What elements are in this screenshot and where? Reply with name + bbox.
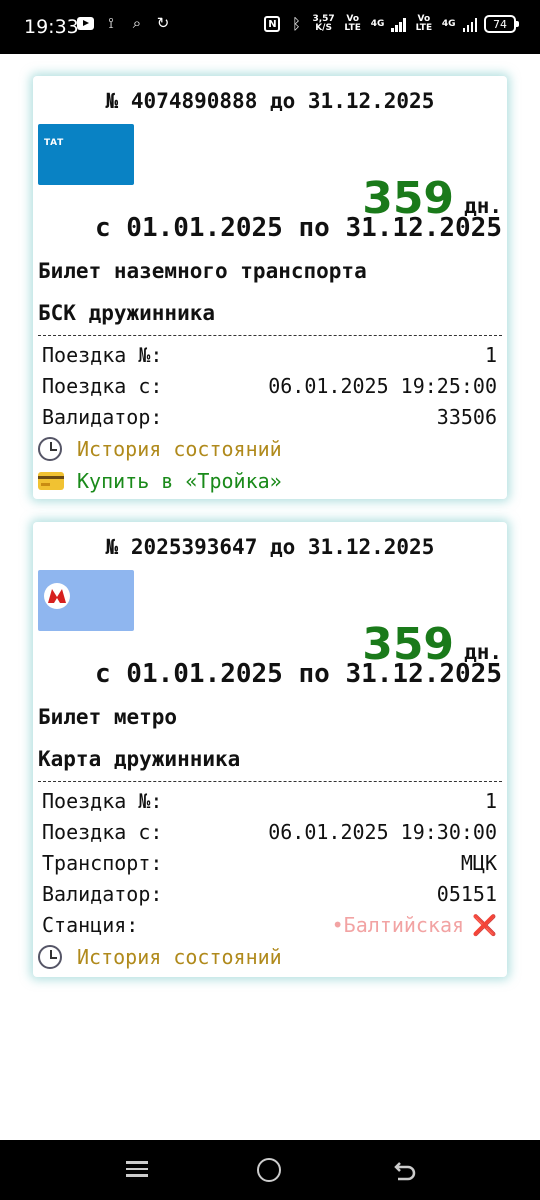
back-button[interactable]	[392, 1157, 418, 1183]
history-label: История состояний	[77, 945, 282, 969]
youtube-icon	[76, 14, 94, 32]
row-value: 06.01.2025 19:30:00	[268, 820, 497, 844]
validator-row: Валидатор: 05151	[42, 879, 497, 910]
divider	[38, 335, 502, 336]
ticket-type: Билет наземного транспорта	[38, 259, 367, 283]
station-row: Станция: •Балтийская ❌	[42, 910, 497, 941]
row-label: Валидатор:	[42, 405, 163, 429]
card-title: № 4074890888 до 31.12.2025	[105, 89, 435, 113]
signal-2-icon	[462, 17, 477, 32]
recent-apps-button[interactable]	[124, 1157, 150, 1183]
home-button[interactable]	[257, 1158, 281, 1182]
history-link[interactable]: История состояний	[38, 433, 502, 465]
buy-label: Купить в «Тройка»	[77, 469, 282, 493]
trip-number-row: Поездка №: 1	[42, 786, 497, 817]
station-value-wrap: •Балтийская ❌	[332, 910, 497, 941]
ticket-card: № 4074890888 до 31.12.2025 ТАТ 359 дн. с …	[33, 76, 507, 499]
row-value: 33506	[436, 405, 497, 429]
row-label: Поездка с:	[42, 374, 163, 398]
logo-text: ТАТ	[44, 138, 64, 148]
row-label: Поездка с:	[42, 820, 163, 844]
ticket-type: Билет метро	[38, 705, 178, 729]
trip-start-row: Поездка с: 06.01.2025 19:25:00	[42, 371, 497, 402]
status-bar: 19:33 ⟟ ⌕ ↻ N ᛒ 3,57 K/S Vo LTE 4G Vo LTE…	[0, 0, 540, 54]
credit-card-icon	[38, 472, 66, 490]
row-value: 05151	[436, 882, 497, 906]
row-label: Поездка №:	[42, 789, 163, 813]
card-logo	[38, 570, 134, 631]
network-2: 4G	[441, 18, 456, 29]
net-speed: 3,57 K/S	[312, 14, 335, 33]
sync-icon: ↻	[156, 13, 170, 32]
trip-number-row: Поездка №: 1	[42, 340, 497, 371]
cross-mark-icon: ❌	[472, 913, 497, 937]
row-value: 1	[484, 789, 497, 813]
volte-2: Vo LTE	[415, 14, 433, 33]
row-label: Поездка №:	[42, 343, 163, 367]
validator-row: Валидатор: 33506	[42, 402, 497, 433]
card-logo: ТАТ	[38, 124, 134, 185]
metro-logo-icon	[44, 583, 70, 609]
network-1: 4G	[370, 18, 385, 29]
row-label: Транспорт:	[42, 851, 163, 875]
mi-fit-icon: ⟟	[108, 13, 114, 32]
buy-troika-link[interactable]: Купить в «Тройка»	[38, 465, 502, 497]
validity-period: с 01.01.2025 по 31.12.2025	[95, 659, 502, 689]
trip-start-row: Поездка с: 06.01.2025 19:30:00	[42, 817, 497, 848]
search-icon: ⌕	[132, 13, 142, 32]
ticket-card: № 2025393647 до 31.12.2025 359 дн. с 01.0…	[33, 522, 507, 977]
row-value: 1	[484, 343, 497, 367]
status-time: 19:33	[24, 16, 79, 38]
notification-icons: ⟟ ⌕ ↻	[76, 14, 172, 32]
validity-period: с 01.01.2025 по 31.12.2025	[95, 213, 502, 243]
nfc-icon: N	[264, 16, 281, 32]
bluetooth-icon: ᛒ	[291, 14, 301, 33]
volte-1: Vo LTE	[344, 14, 361, 33]
system-icons: N ᛒ 3,57 K/S Vo LTE 4G Vo LTE 4G 74	[264, 14, 519, 33]
card-name: БСК дружинника	[38, 301, 216, 325]
row-label: Станция:	[42, 913, 139, 937]
card-title: № 2025393647 до 31.12.2025	[105, 535, 435, 559]
card-name: Карта дружинника	[38, 747, 241, 771]
back-icon	[394, 1162, 416, 1181]
divider	[38, 781, 502, 782]
history-link[interactable]: История состояний	[38, 941, 502, 973]
signal-1-icon	[391, 17, 406, 32]
row-value: 06.01.2025 19:25:00	[268, 374, 497, 398]
history-label: История состояний	[77, 437, 282, 461]
clock-icon	[38, 945, 66, 969]
station-value: •Балтийская	[331, 913, 465, 937]
transport-row: Транспорт: МЦК	[42, 848, 497, 879]
row-label: Валидатор:	[42, 882, 163, 906]
navigation-bar	[0, 1140, 540, 1200]
clock-icon	[38, 437, 66, 461]
battery-icon: 74	[484, 15, 519, 33]
row-value: МЦК	[460, 851, 497, 875]
